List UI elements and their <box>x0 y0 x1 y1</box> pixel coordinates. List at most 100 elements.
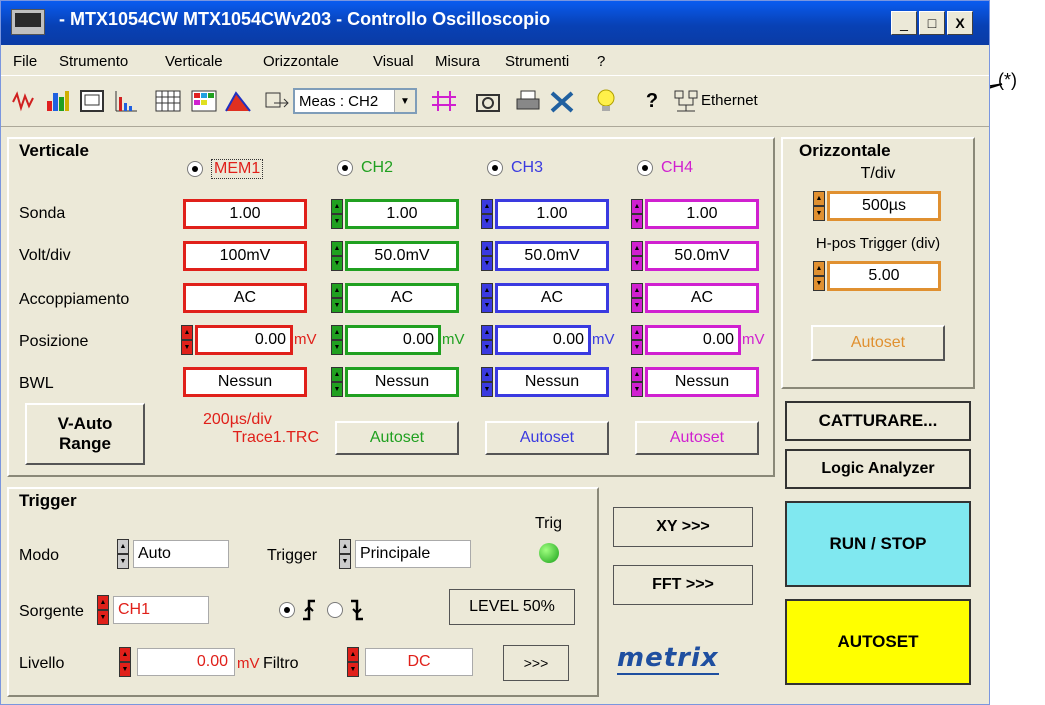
tdiv-field[interactable]: 500µs <box>827 191 941 221</box>
mem1-acc-field[interactable]: AC <box>183 283 307 313</box>
mem1-volt-field[interactable]: 100mV <box>183 241 307 271</box>
logic-analyzer-button[interactable]: Logic Analyzer <box>785 449 971 489</box>
level-50-button[interactable]: LEVEL 50% <box>449 589 575 625</box>
minimize-button[interactable]: _ <box>891 11 917 35</box>
ch3-bwl-spinner[interactable]: ▲ ▼ <box>481 367 493 397</box>
livello-field[interactable]: 0.00 <box>137 648 235 676</box>
tdiv-spinner[interactable]: ▲ ▼ <box>813 191 825 221</box>
menu-misura[interactable]: Misura <box>435 53 480 70</box>
chevron-down-icon[interactable]: ▼ <box>394 90 415 112</box>
xy-button[interactable]: XY >>> <box>613 507 753 547</box>
ch2-bwl-spinner[interactable]: ▲ ▼ <box>331 367 343 397</box>
fft-button[interactable]: FFT >>> <box>613 565 753 605</box>
lightbulb-icon[interactable] <box>591 86 621 116</box>
title-bar[interactable]: - MTX1054CW MTX1054CWv203 - Controllo Os… <box>1 1 989 45</box>
ch3-acc-spinner[interactable]: ▲ ▼ <box>481 283 493 313</box>
menu-visual[interactable]: Visual <box>373 53 414 70</box>
ch2-volt-field[interactable]: 50.0mV <box>345 241 459 271</box>
ch3-sonda-field[interactable]: 1.00 <box>495 199 609 229</box>
persistence-icon[interactable] <box>189 86 219 116</box>
help-icon[interactable]: ? <box>637 86 667 116</box>
channel-radio-ch3[interactable]: CH3 <box>487 159 543 177</box>
ch2-sonda-spinner[interactable]: ▲ ▼ <box>331 199 343 229</box>
hpos-field[interactable]: 5.00 <box>827 261 941 291</box>
ch4-autoset-button[interactable]: Autoset <box>635 421 759 455</box>
color-spectrum-icon[interactable] <box>43 86 73 116</box>
menu-verticale[interactable]: Verticale <box>165 53 223 70</box>
display-icon[interactable] <box>77 86 107 116</box>
ch4-volt-spinner[interactable]: ▲ ▼ <box>631 241 643 271</box>
ch2-volt-spinner[interactable]: ▲ ▼ <box>331 241 343 271</box>
more-button[interactable]: >>> <box>503 645 569 681</box>
radio-indicator[interactable] <box>637 160 653 176</box>
ch3-acc-field[interactable]: AC <box>495 283 609 313</box>
ch4-acc-field[interactable]: AC <box>645 283 759 313</box>
ch4-pos-field[interactable]: 0.00 <box>645 325 741 355</box>
menu-strumenti[interactable]: Strumenti <box>505 53 569 70</box>
ch4-bwl-spinner[interactable]: ▲ ▼ <box>631 367 643 397</box>
channel-radio-ch2[interactable]: CH2 <box>337 159 393 177</box>
fit-icon[interactable] <box>261 86 291 116</box>
printer-icon[interactable] <box>513 86 543 116</box>
ch2-sonda-field[interactable]: 1.00 <box>345 199 459 229</box>
ch2-pos-spinner[interactable]: ▲ ▼ <box>331 325 343 355</box>
ch3-bwl-field[interactable]: Nessun <box>495 367 609 397</box>
radio-indicator[interactable] <box>279 602 295 618</box>
ch4-sonda-spinner[interactable]: ▲ ▼ <box>631 199 643 229</box>
trigger-type-field[interactable]: Principale <box>355 540 471 568</box>
orizzontale-autoset-button[interactable]: Autoset <box>811 325 945 361</box>
ch2-acc-spinner[interactable]: ▲ ▼ <box>331 283 343 313</box>
v-auto-range-button[interactable]: V-Auto Range <box>25 403 145 465</box>
network-icon[interactable] <box>671 86 701 116</box>
radio-indicator[interactable] <box>327 602 343 618</box>
ch3-volt-field[interactable]: 50.0mV <box>495 241 609 271</box>
filtro-spinner[interactable]: ▲ ▼ <box>347 647 359 677</box>
mem1-bwl-field[interactable]: Nessun <box>183 367 307 397</box>
menu-file[interactable]: File <box>13 53 37 70</box>
ch3-pos-field[interactable]: 0.00 <box>495 325 591 355</box>
modo-field[interactable]: Auto <box>133 540 229 568</box>
waveform-icon[interactable] <box>9 86 39 116</box>
tools-icon[interactable] <box>547 86 577 116</box>
menu-strumento[interactable]: Strumento <box>59 53 128 70</box>
run-stop-button[interactable]: RUN / STOP <box>785 501 971 587</box>
autoset-button[interactable]: AUTOSET <box>785 599 971 685</box>
livello-spinner[interactable]: ▲ ▼ <box>119 647 131 677</box>
ch3-autoset-button[interactable]: Autoset <box>485 421 609 455</box>
filtro-field[interactable]: DC <box>365 648 473 676</box>
ch4-acc-spinner[interactable]: ▲ ▼ <box>631 283 643 313</box>
trigger-type-spinner[interactable]: ▲ ▼ <box>339 539 351 569</box>
ch3-pos-spinner[interactable]: ▲ ▼ <box>481 325 493 355</box>
ch4-volt-field[interactable]: 50.0mV <box>645 241 759 271</box>
rising-edge-radio[interactable] <box>279 599 317 621</box>
ch4-sonda-field[interactable]: 1.00 <box>645 199 759 229</box>
radio-indicator[interactable] <box>187 161 203 177</box>
catturare-button[interactable]: CATTURARE... <box>785 401 971 441</box>
mem1-sonda-field[interactable]: 1.00 <box>183 199 307 229</box>
ch2-bwl-field[interactable]: Nessun <box>345 367 459 397</box>
camera-icon[interactable] <box>473 86 503 116</box>
menu-help[interactable]: ? <box>597 53 605 70</box>
meas-select[interactable]: Meas : CH2 ▼ <box>293 88 417 114</box>
grid-icon[interactable] <box>153 86 183 116</box>
mem1-pos-spinner[interactable]: ▲ ▼ <box>181 325 193 355</box>
cursor-icon[interactable] <box>429 86 459 116</box>
histogram-icon[interactable] <box>111 86 141 116</box>
radio-indicator[interactable] <box>487 160 503 176</box>
envelope-icon[interactable] <box>223 86 253 116</box>
ch4-pos-spinner[interactable]: ▲ ▼ <box>631 325 643 355</box>
close-button[interactable]: X <box>947 11 973 35</box>
sorgente-field[interactable]: CH1 <box>113 596 209 624</box>
ch3-sonda-spinner[interactable]: ▲ ▼ <box>481 199 493 229</box>
channel-radio-ch4[interactable]: CH4 <box>637 159 693 177</box>
modo-spinner[interactable]: ▲ ▼ <box>117 539 129 569</box>
mem1-pos-field[interactable]: 0.00 <box>195 325 293 355</box>
falling-edge-radio[interactable] <box>327 599 365 621</box>
ch2-autoset-button[interactable]: Autoset <box>335 421 459 455</box>
ch2-acc-field[interactable]: AC <box>345 283 459 313</box>
channel-radio-mem1[interactable]: MEM1 <box>187 159 264 179</box>
radio-indicator[interactable] <box>337 160 353 176</box>
ch4-bwl-field[interactable]: Nessun <box>645 367 759 397</box>
ch2-pos-field[interactable]: 0.00 <box>345 325 441 355</box>
menu-orizzontale[interactable]: Orizzontale <box>263 53 339 70</box>
